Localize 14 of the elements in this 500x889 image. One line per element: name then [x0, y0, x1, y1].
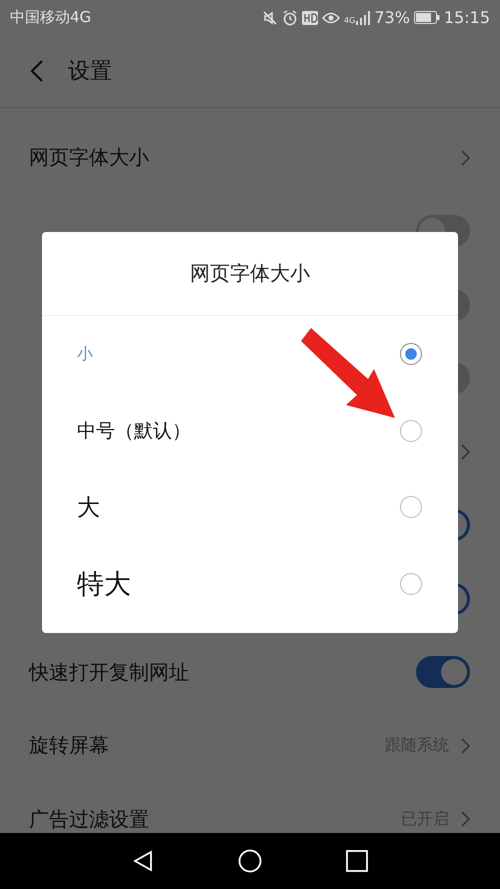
row-label: 广告过滤设置: [29, 806, 149, 833]
page-title: 设置: [68, 58, 112, 86]
battery-percent: 73%: [374, 8, 410, 27]
option-label: 大: [77, 494, 100, 523]
network-text: 4G: [344, 16, 356, 25]
option-label: 中号（默认）: [77, 418, 191, 444]
row-label: 网页字体大小: [29, 144, 149, 172]
dialog-title: 网页字体大小: [42, 232, 458, 316]
option-label: 特大: [77, 568, 131, 602]
row-label: 旋转屏幕: [29, 732, 109, 760]
clock-text: 15:15: [444, 8, 490, 27]
carrier-text: 中国移动4G: [10, 8, 92, 27]
option-label: 小: [77, 344, 93, 365]
row-label: 快速打开复制网址: [29, 658, 189, 686]
